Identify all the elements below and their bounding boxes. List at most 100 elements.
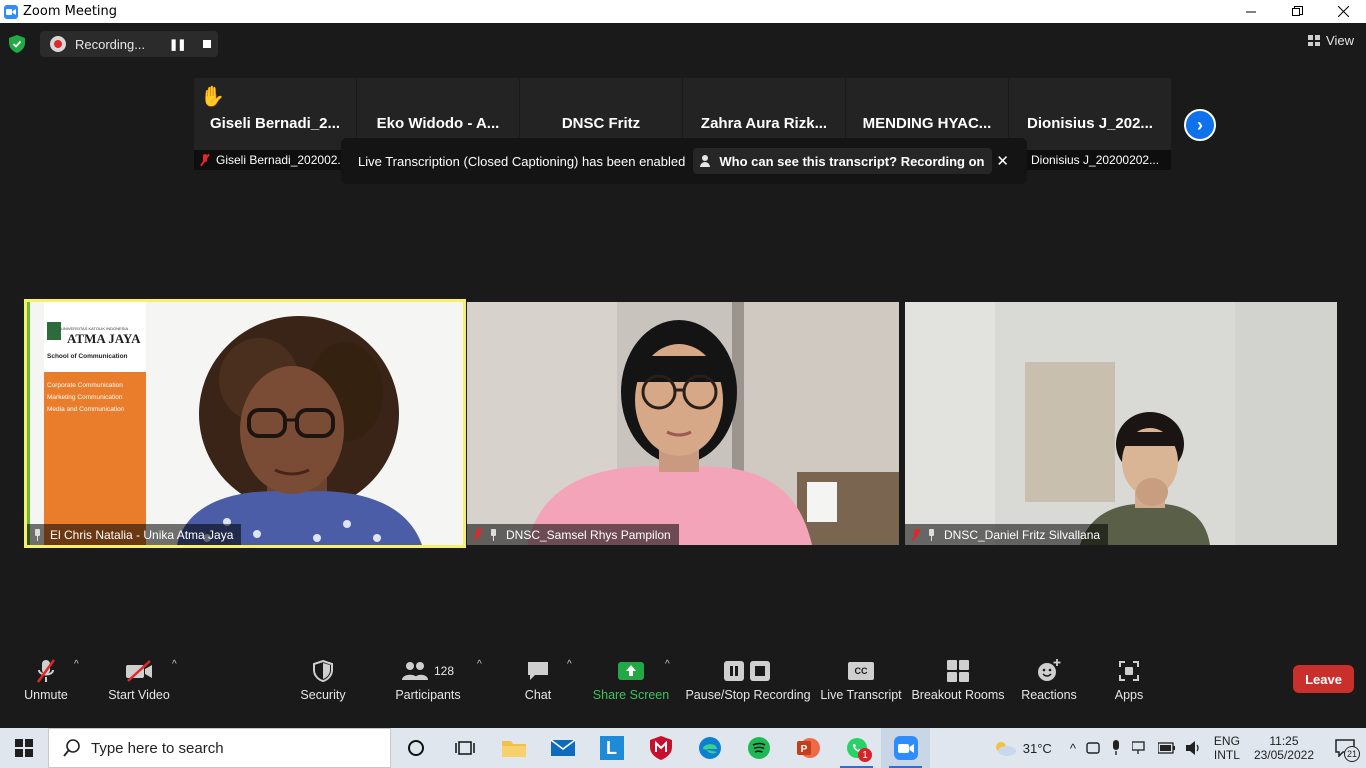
spotify-icon[interactable] bbox=[734, 728, 783, 768]
muted-mic-icon bbox=[200, 154, 210, 166]
taskbar-search-box[interactable]: Type here to search bbox=[48, 728, 391, 768]
powerpoint-icon[interactable]: P bbox=[783, 728, 832, 768]
apps-button[interactable]: Apps bbox=[1114, 657, 1144, 707]
video-tile-name-text: DNSC_Samsel Rhys Pampilon bbox=[506, 527, 671, 542]
participants-count: 128 bbox=[433, 664, 455, 678]
chat-label: Chat bbox=[524, 688, 552, 702]
onedrive-icon[interactable] bbox=[1086, 741, 1100, 755]
zoom-taskbar-icon[interactable] bbox=[881, 728, 930, 768]
banner-brand: ATMA JAYA bbox=[67, 331, 141, 346]
view-button[interactable]: View bbox=[1308, 33, 1354, 48]
video-feed-samsel bbox=[467, 302, 899, 545]
windows-start-button[interactable] bbox=[0, 728, 48, 768]
microphone-tray-icon[interactable] bbox=[1110, 740, 1122, 756]
task-view-icon[interactable] bbox=[440, 728, 489, 768]
volume-icon[interactable] bbox=[1185, 741, 1202, 755]
next-page-arrow-icon[interactable]: › bbox=[1184, 109, 1216, 141]
restore-button[interactable] bbox=[1274, 0, 1320, 23]
transcript-visibility-link[interactable]: Who can see this transcript? Recording o… bbox=[693, 148, 993, 174]
reactions-button[interactable]: Reactions bbox=[1021, 657, 1077, 707]
language-indicator[interactable]: ENG INTL bbox=[1214, 734, 1240, 762]
video-tile-name: DNSC_Samsel Rhys Pampilon bbox=[467, 524, 679, 545]
participants-icon: 128 bbox=[401, 657, 455, 685]
live-transcript-button[interactable]: CC Live Transcript bbox=[820, 657, 902, 707]
participant-thumbnail-name: Giseli Bernadi_2... bbox=[209, 115, 341, 132]
video-tile[interactable]: DNSC_Daniel Fritz Silvallana bbox=[905, 302, 1337, 545]
clock-date: 23/05/2022 bbox=[1253, 748, 1314, 762]
participant-thumbnail-name: Eko Widodo - A... bbox=[376, 115, 500, 132]
participants-options-caret-icon[interactable]: ^ bbox=[477, 659, 482, 670]
participant-thumbnail-label-text: Dionisius J_20200202... bbox=[1031, 153, 1160, 167]
whatsapp-icon[interactable]: 1 bbox=[832, 728, 881, 768]
share-options-caret-icon[interactable]: ^ bbox=[665, 659, 670, 670]
stop-recording-icon[interactable] bbox=[203, 40, 212, 48]
muted-mic-icon bbox=[473, 528, 483, 541]
zoom-app-icon bbox=[4, 4, 18, 19]
participants-label: Participants bbox=[395, 688, 461, 702]
battery-icon[interactable] bbox=[1157, 742, 1176, 754]
unmute-label: Unmute bbox=[24, 688, 68, 702]
banner-program: Corporate Communication bbox=[47, 382, 123, 389]
close-notification-icon[interactable]: ✕ bbox=[996, 152, 1009, 170]
live-transcript-label: Live Transcript bbox=[820, 688, 902, 702]
transcript-visibility-text: Who can see this transcript? Recording o… bbox=[719, 153, 985, 169]
participant-thumbnail-label: Dionisius J_20200202... bbox=[1009, 150, 1171, 170]
windows-logo-icon bbox=[15, 739, 33, 757]
audio-options-caret-icon[interactable]: ^ bbox=[74, 659, 79, 670]
mcafee-shield-icon[interactable] bbox=[636, 728, 685, 768]
show-hidden-icons-chevron-icon[interactable]: ^ bbox=[1070, 741, 1076, 756]
participant-thumbnail-name: DNSC Fritz bbox=[561, 115, 641, 132]
file-explorer-icon[interactable] bbox=[489, 728, 538, 768]
raised-hand-icon: ✋ bbox=[200, 86, 225, 108]
pause-recording-icon[interactable]: ❚❚ bbox=[169, 38, 186, 51]
closed-caption-icon: CC bbox=[848, 657, 874, 685]
clock-time: 11:25 bbox=[1269, 734, 1299, 748]
mail-icon[interactable] bbox=[538, 728, 587, 768]
minimize-button[interactable] bbox=[1228, 0, 1274, 23]
security-label: Security bbox=[300, 688, 346, 702]
chat-button[interactable]: Chat bbox=[522, 657, 554, 707]
participant-thumbnail[interactable]: Dionisius J_202... Dionisius J_20200202.… bbox=[1009, 78, 1171, 170]
university-banner: UNIVERSITAS KATOLIK INDONESIA ATMA JAYA … bbox=[47, 326, 147, 413]
muted-microphone-icon bbox=[34, 657, 58, 685]
video-feed-daniel bbox=[905, 302, 1337, 545]
cortana-icon[interactable] bbox=[391, 728, 440, 768]
unmute-button[interactable]: Unmute bbox=[24, 657, 68, 707]
action-center-button[interactable]: 21 bbox=[1330, 728, 1360, 768]
view-label: View bbox=[1326, 33, 1354, 48]
view-grid-icon bbox=[1308, 35, 1321, 46]
recording-indicator: Recording... ❚❚ bbox=[40, 31, 218, 57]
weather-temperature[interactable]: 31°C bbox=[1023, 741, 1052, 756]
muted-mic-icon bbox=[911, 528, 921, 541]
weather-cloud-icon[interactable] bbox=[993, 739, 1017, 757]
edge-browser-icon[interactable] bbox=[685, 728, 734, 768]
windows-taskbar: Type here to search L P 1 31°C ^ ENG INT… bbox=[0, 728, 1366, 768]
window-titlebar: Zoom Meeting bbox=[0, 0, 1366, 23]
apps-icon bbox=[1119, 657, 1139, 685]
participant-thumbnail-name: Dionisius J_202... bbox=[1027, 115, 1153, 132]
pause-stop-recording-button[interactable]: Pause/Stop Recording bbox=[685, 657, 811, 707]
leave-button[interactable]: Leave bbox=[1293, 665, 1354, 693]
letter-l-app-icon[interactable]: L bbox=[587, 728, 636, 768]
video-options-caret-icon[interactable]: ^ bbox=[172, 659, 177, 670]
participants-button[interactable]: 128 Participants bbox=[395, 657, 461, 707]
network-icon[interactable] bbox=[1131, 741, 1148, 755]
chat-options-caret-icon[interactable]: ^ bbox=[567, 659, 572, 670]
security-button[interactable]: Security bbox=[300, 657, 346, 707]
clock[interactable]: 11:25 23/05/2022 bbox=[1254, 734, 1314, 762]
participant-thumbnail[interactable]: ✋ Giseli Bernadi_2... Giseli Bernadi_202… bbox=[194, 78, 356, 170]
participant-thumbnail-label-text: Giseli Bernadi_202002... bbox=[216, 153, 348, 167]
notification-message: Live Transcription (Closed Captioning) h… bbox=[358, 153, 686, 169]
video-tile-active-speaker[interactable]: UNIVERSITAS KATOLIK INDONESIA ATMA JAYA … bbox=[24, 299, 466, 548]
breakout-rooms-grid-icon bbox=[947, 657, 969, 685]
breakout-rooms-button[interactable]: Breakout Rooms bbox=[911, 657, 1005, 707]
pause-stop-recording-label: Pause/Stop Recording bbox=[685, 688, 811, 702]
meeting-toolbar: Unmute ^ Start Video ^ Security 128 Part… bbox=[0, 651, 1366, 728]
share-screen-button[interactable]: Share Screen bbox=[593, 657, 669, 707]
close-window-button[interactable] bbox=[1320, 0, 1366, 23]
video-tile[interactable]: DNSC_Samsel Rhys Pampilon bbox=[467, 302, 899, 545]
pin-icon bbox=[489, 528, 498, 541]
start-video-button[interactable]: Start Video bbox=[108, 657, 170, 707]
encryption-shield-icon[interactable] bbox=[8, 35, 26, 53]
svg-text:P: P bbox=[800, 744, 807, 755]
